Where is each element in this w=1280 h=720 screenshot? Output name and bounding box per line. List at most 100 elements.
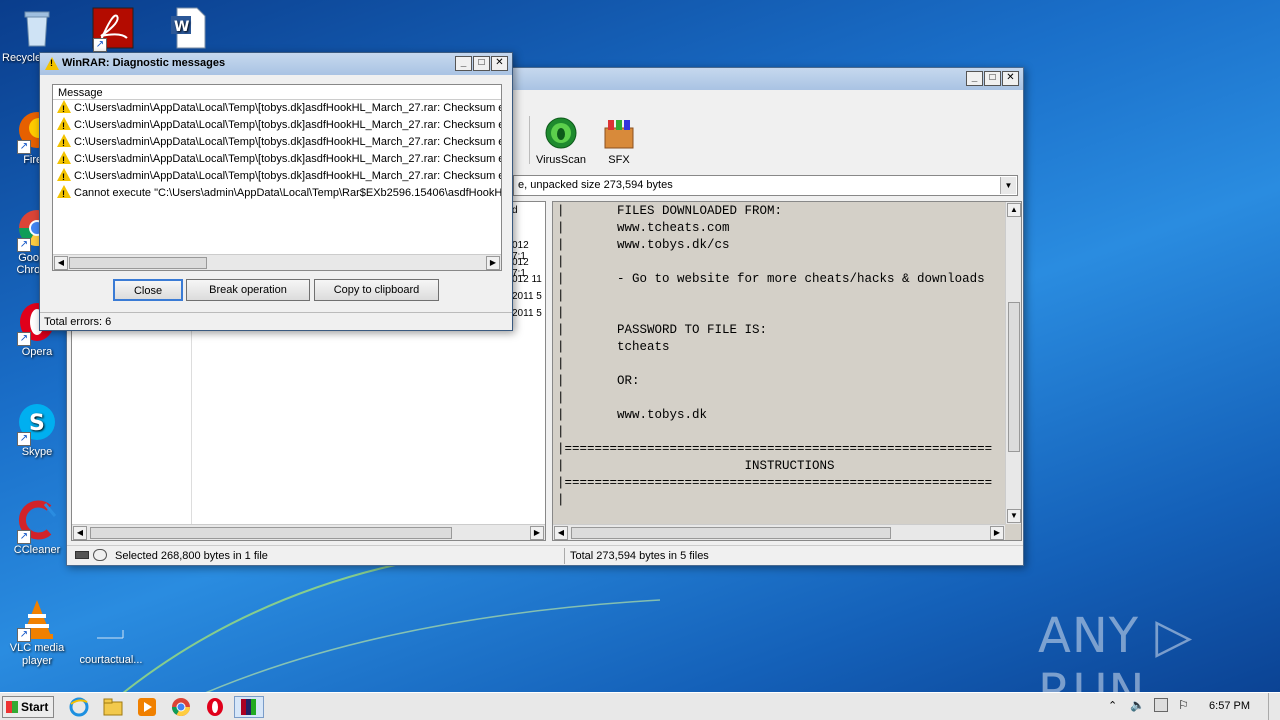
message-text: C:\Users\admin\AppData\Local\Temp\[tobys…	[74, 136, 501, 148]
file-list-date-cell: 012 7:1	[512, 257, 529, 279]
warning-icon	[57, 151, 71, 168]
shortcut-arrow-icon: ↗	[93, 38, 107, 52]
close-window-button[interactable]: ✕	[1002, 71, 1019, 86]
scroll-right-arrow[interactable]: ▶	[990, 526, 1004, 540]
minimize-button[interactable]: _	[455, 56, 472, 71]
desktop-icon-acrobat[interactable]: ↗	[78, 6, 148, 52]
scroll-left-arrow[interactable]: ◀	[73, 526, 87, 540]
acrobat-icon: ↗	[91, 6, 135, 52]
minimize-button[interactable]: _	[966, 71, 983, 86]
scroll-right-arrow[interactable]: ▶	[530, 526, 544, 540]
warning-icon	[57, 134, 71, 151]
shortcut-arrow-icon: ↗	[17, 332, 31, 346]
warning-icon	[57, 100, 71, 117]
close-button[interactable]: Close	[113, 279, 183, 301]
archive-path-combobox[interactable]: e, unpacked size 273,594 bytes ▼	[513, 175, 1018, 196]
copy-to-clipboard-button[interactable]: Copy to clipboard	[314, 279, 439, 301]
file-list-date-cell: 012 7:1	[512, 240, 529, 262]
taskbar: Start ⌃ 🔈 ⚐ 6:57 PM	[0, 692, 1280, 720]
desktop-icon-label: CCleaner	[13, 544, 61, 556]
warning-icon	[57, 185, 71, 202]
taskbar-explorer-icon[interactable]	[102, 696, 126, 718]
viewer-text: | FILES DOWNLOADED FROM: | www.tcheats.c…	[557, 204, 993, 507]
sfx-button[interactable]: SFX	[591, 116, 647, 166]
desktop-icon-word[interactable]: W	[152, 6, 222, 52]
message-list-hscrollbar[interactable]: ◀ ▶	[53, 254, 501, 270]
message-text: C:\Users\admin\AppData\Local\Temp\[tobys…	[74, 119, 501, 131]
virusscan-button[interactable]: VirusScan	[533, 116, 589, 166]
chevron-down-icon[interactable]: ▼	[1000, 177, 1016, 194]
sfx-label: SFX	[608, 154, 630, 166]
archive-path-value: e, unpacked size 273,594 bytes	[518, 179, 673, 191]
file-list-date-cell: 2011 5	[512, 291, 542, 302]
sfx-icon	[602, 116, 636, 150]
message-row[interactable]: C:\Users\admin\AppData\Local\Temp\[tobys…	[53, 117, 501, 134]
winrar-toolbar: VirusScan SFX	[513, 112, 1023, 168]
status-divider	[564, 548, 565, 564]
message-column-header[interactable]: Message	[53, 85, 501, 100]
desktop-icon-skype[interactable]: S ↗ Skype	[2, 400, 72, 458]
dialog-title: WinRAR: Diagnostic messages	[62, 57, 226, 69]
scroll-left-arrow[interactable]: ◀	[54, 256, 68, 270]
shortcut-arrow-icon: ↗	[17, 140, 31, 154]
taskbar-opera-icon[interactable]	[204, 696, 228, 718]
desktop-icon-courtactual[interactable]: courtactual...	[76, 608, 146, 666]
action-center-flag-icon[interactable]: ⚐	[1178, 698, 1189, 712]
maximize-button[interactable]: □	[473, 56, 490, 71]
speaker-icon[interactable]: 🔈	[1130, 698, 1145, 712]
message-row[interactable]: C:\Users\admin\AppData\Local\Temp\[tobys…	[53, 100, 501, 117]
warning-icon	[45, 57, 59, 70]
file-list-date-cell: 2011 5	[512, 308, 542, 319]
diagnostic-titlebar[interactable]: WinRAR: Diagnostic messages _ □ ✕	[40, 53, 512, 75]
scroll-up-arrow[interactable]: ▲	[1007, 203, 1021, 217]
scroll-thumb[interactable]	[69, 257, 207, 269]
desktop-icon-label: Skype	[21, 446, 53, 458]
virusscan-icon	[544, 116, 578, 150]
word-document-icon: W	[165, 6, 209, 50]
virusscan-label: VirusScan	[536, 154, 586, 166]
message-row[interactable]: C:\Users\admin\AppData\Local\Temp\[tobys…	[53, 134, 501, 151]
taskbar-ie-icon[interactable]	[68, 696, 92, 718]
scroll-thumb[interactable]	[90, 527, 452, 539]
vlc-icon: ↗	[15, 596, 59, 642]
message-row[interactable]: Cannot execute "C:\Users\admin\AppData\L…	[53, 185, 501, 202]
shortcut-arrow-icon: ↗	[17, 238, 31, 252]
toolbar-separator	[529, 116, 530, 164]
taskbar-mediaplayer-icon[interactable]	[136, 696, 160, 718]
network-icon[interactable]	[1154, 698, 1168, 712]
viewer-hscrollbar[interactable]: ◀ ▶	[553, 524, 1005, 540]
close-window-button[interactable]: ✕	[491, 56, 508, 71]
shortcut-arrow-icon: ↗	[17, 628, 31, 642]
show-desktop-button[interactable]	[1268, 693, 1280, 720]
desktop-icon-vlc[interactable]: ↗ VLC media player	[2, 596, 72, 668]
scroll-down-arrow[interactable]: ▼	[1007, 509, 1021, 523]
desktop-icon-ccleaner[interactable]: ↗ CCleaner	[2, 498, 72, 556]
file-list-hscrollbar[interactable]: ◀ ▶	[72, 524, 545, 540]
taskbar-chrome-icon[interactable]	[170, 696, 194, 718]
desktop-icon-label: Opera	[21, 346, 53, 358]
scroll-thumb[interactable]	[1008, 302, 1020, 452]
message-text: Cannot execute "C:\Users\admin\AppData\L…	[74, 187, 501, 199]
file-list-date-cell: 012 11	[512, 274, 542, 285]
break-operation-button[interactable]: Break operation	[186, 279, 310, 301]
taskbar-clock[interactable]: 6:57 PM	[1209, 700, 1250, 712]
maximize-button[interactable]: □	[984, 71, 1001, 86]
message-row[interactable]: C:\Users\admin\AppData\Local\Temp\[tobys…	[53, 151, 501, 168]
message-row[interactable]: C:\Users\admin\AppData\Local\Temp\[tobys…	[53, 168, 501, 185]
taskbar-winrar-icon[interactable]	[234, 696, 264, 718]
recycle-bin-icon	[15, 6, 59, 50]
diagnostic-statusbar: Total errors: 6	[40, 312, 512, 331]
file-viewer-pane[interactable]: | FILES DOWNLOADED FROM: | www.tcheats.c…	[552, 201, 1022, 541]
scroll-thumb[interactable]	[571, 527, 891, 539]
scroll-left-arrow[interactable]: ◀	[554, 526, 568, 540]
viewer-vscrollbar[interactable]: ▲ ▼	[1005, 202, 1021, 524]
scroll-right-arrow[interactable]: ▶	[486, 256, 500, 270]
status-selected: Selected 268,800 bytes in 1 file	[115, 550, 268, 562]
shortcut-arrow-icon: ↗	[17, 432, 31, 446]
svg-text:W: W	[174, 19, 189, 35]
key-icon	[93, 549, 107, 561]
message-list[interactable]: Message C:\Users\admin\AppData\Local\Tem…	[52, 84, 502, 271]
tray-expand-icon[interactable]: ⌃	[1108, 699, 1117, 712]
start-button[interactable]: Start	[2, 696, 54, 718]
message-text: C:\Users\admin\AppData\Local\Temp\[tobys…	[74, 102, 501, 114]
